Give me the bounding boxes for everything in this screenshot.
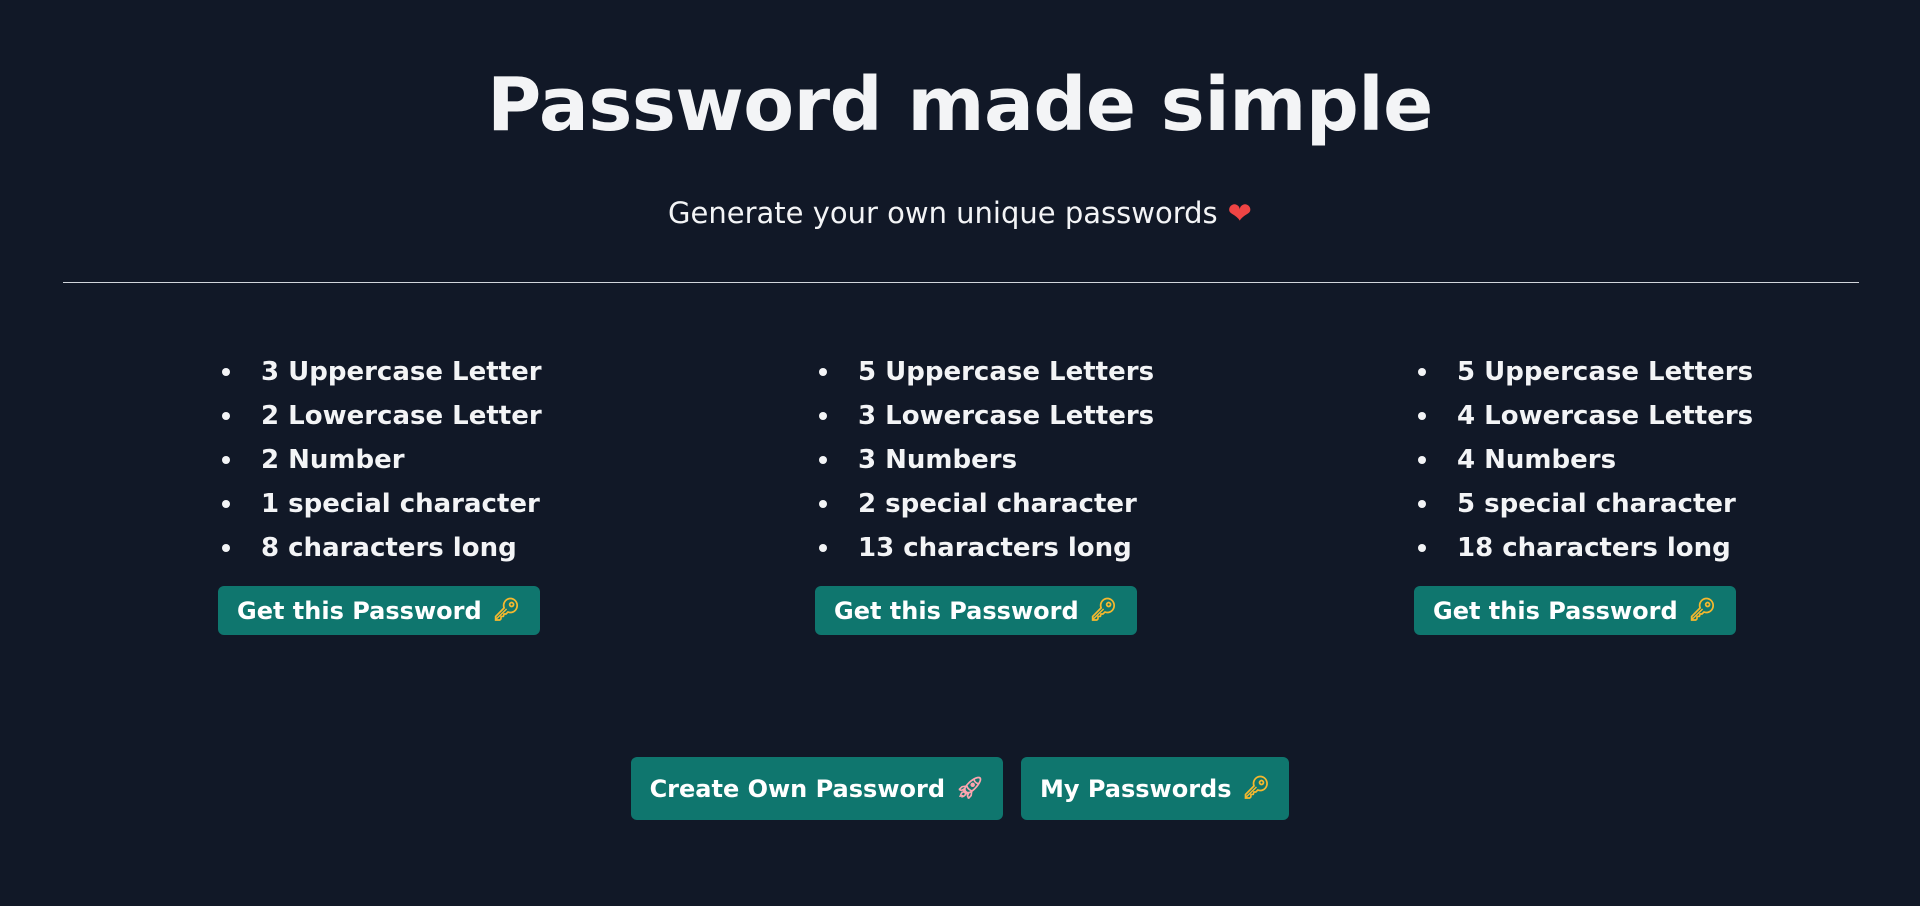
- heart-icon: ❤: [1227, 196, 1252, 230]
- feature-item: 18 characters long: [1414, 526, 1753, 570]
- feature-item: 2 Number: [218, 438, 542, 482]
- get-password-button-strong[interactable]: Get this Password 🔑︎: [1414, 586, 1736, 635]
- button-label: Get this Password: [1433, 596, 1678, 625]
- rocket-icon: 🚀︎: [956, 776, 984, 801]
- button-label: Create Own Password: [649, 774, 945, 803]
- subtitle-text: Generate your own unique passwords: [668, 196, 1218, 230]
- feature-item: 5 special character: [1414, 482, 1753, 526]
- feature-item: 4 Numbers: [1414, 438, 1753, 482]
- feature-item: 3 Numbers: [815, 438, 1154, 482]
- divider: [63, 282, 1859, 283]
- feature-item: 5 Uppercase Letters: [815, 350, 1154, 394]
- my-passwords-button[interactable]: My Passwords 🔑︎: [1020, 757, 1290, 820]
- feature-item: 13 characters long: [815, 526, 1154, 570]
- feature-item: 4 Lowercase Letters: [1414, 394, 1753, 438]
- bottom-actions: Create Own Password 🚀︎ My Passwords 🔑︎: [0, 757, 1920, 820]
- password-generator-page: Password made simple Generate your own u…: [0, 0, 1920, 906]
- feature-item: 1 special character: [218, 482, 542, 526]
- preset-card-basic: 3 Uppercase Letter 2 Lowercase Letter 2 …: [218, 350, 542, 635]
- key-icon: 🔑︎: [1089, 598, 1118, 623]
- feature-item: 8 characters long: [218, 526, 542, 570]
- feature-list: 3 Uppercase Letter 2 Lowercase Letter 2 …: [218, 350, 542, 570]
- button-label: Get this Password: [834, 596, 1079, 625]
- preset-card-strong: 5 Uppercase Letters 4 Lowercase Letters …: [1414, 350, 1753, 635]
- feature-item: 2 Lowercase Letter: [218, 394, 542, 438]
- create-own-password-button[interactable]: Create Own Password 🚀︎: [630, 757, 1003, 820]
- button-label: My Passwords: [1039, 774, 1232, 803]
- page-title: Password made simple: [487, 62, 1433, 148]
- preset-card-medium: 5 Uppercase Letters 3 Lowercase Letters …: [815, 350, 1154, 635]
- feature-item: 3 Uppercase Letter: [218, 350, 542, 394]
- feature-item: 2 special character: [815, 482, 1154, 526]
- feature-list: 5 Uppercase Letters 3 Lowercase Letters …: [815, 350, 1154, 570]
- page-subtitle: Generate your own unique passwords ❤: [0, 193, 1920, 233]
- feature-list: 5 Uppercase Letters 4 Lowercase Letters …: [1414, 350, 1753, 570]
- key-icon: 🔑︎: [492, 598, 521, 623]
- get-password-button-basic[interactable]: Get this Password 🔑︎: [218, 586, 540, 635]
- get-password-button-medium[interactable]: Get this Password 🔑︎: [815, 586, 1137, 635]
- feature-item: 5 Uppercase Letters: [1414, 350, 1753, 394]
- feature-item: 3 Lowercase Letters: [815, 394, 1154, 438]
- key-icon: 🔑︎: [1242, 776, 1271, 801]
- key-icon: 🔑︎: [1688, 598, 1717, 623]
- button-label: Get this Password: [237, 596, 482, 625]
